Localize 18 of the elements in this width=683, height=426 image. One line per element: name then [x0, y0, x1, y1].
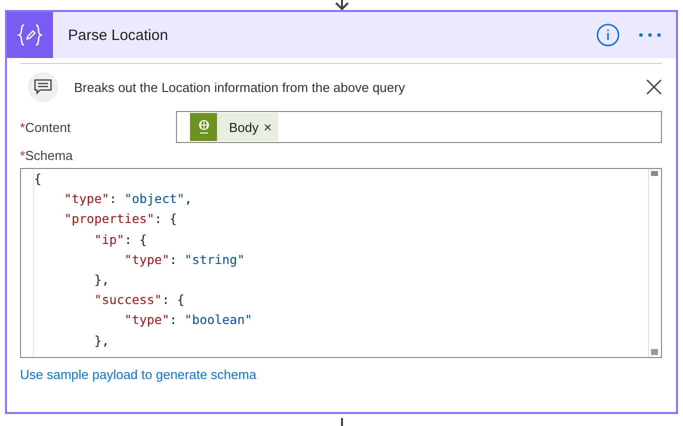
- globe-icon: [190, 113, 217, 141]
- schema-code: { "type": "object", "properties": { "ip": { "type": "string" }, "success": { "type": "boolean" },: [34, 170, 254, 350]
- more-options-button[interactable]: [638, 32, 662, 38]
- generate-schema-link[interactable]: Use sample payload to generate schema: [20, 367, 256, 382]
- comment-icon: [28, 72, 58, 102]
- token-chip[interactable]: Body ×: [190, 113, 278, 141]
- braces-pencil-icon: [7, 12, 53, 58]
- down-arrow-icon: [334, 0, 350, 10]
- comment-text: Breaks out the Location information from the above query: [74, 80, 406, 94]
- field-label: *Content: [20, 120, 72, 134]
- card-title: Parse Location: [68, 26, 170, 44]
- remove-token-button[interactable]: ×: [262, 119, 274, 135]
- content-field[interactable]: Body ×: [176, 111, 662, 143]
- field-label: *Schema: [20, 148, 74, 165]
- code-editor[interactable]: { "type": "object", "properties": { "ip": { "type": "string" }, "success": { "type": "boolean" },: [20, 168, 662, 358]
- info-button[interactable]: [596, 23, 620, 47]
- token-label: Body: [229, 120, 259, 134]
- close-button[interactable]: [646, 79, 662, 95]
